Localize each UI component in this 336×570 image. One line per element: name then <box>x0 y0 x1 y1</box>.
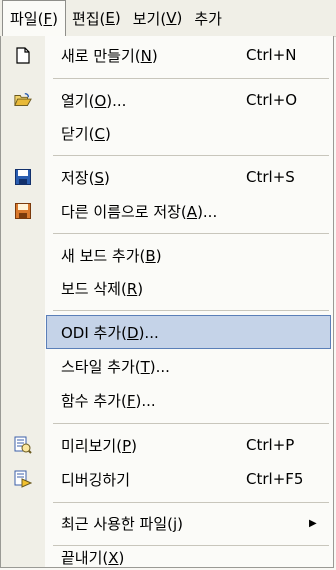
save-as-disk-icon <box>14 202 32 220</box>
menu-separator <box>53 502 329 503</box>
menu-item-add-odi[interactable]: ODI 추가(D)... <box>46 315 331 349</box>
open-folder-icon <box>14 91 32 109</box>
menu-item-recent-files[interactable]: 최근 사용한 파일(j) ▶ <box>1 506 333 540</box>
menu-bar: 파일(F) 편집(E) 보기(V) 추가 <box>0 0 336 37</box>
menu-item-new[interactable]: 새로 만들기(N) Ctrl+N <box>1 38 333 72</box>
menu-item-save-as[interactable]: 다른 이름으로 저장(A)... <box>1 194 333 228</box>
menu-add[interactable]: 추가 <box>188 0 228 36</box>
menu-item-exit[interactable]: 끝내기(X) <box>1 548 333 568</box>
menu-item-delete-board[interactable]: 보드 삭제(R) <box>1 271 333 305</box>
menu-item-close[interactable]: 닫기(C) <box>1 116 333 150</box>
menu-item-add-function[interactable]: 함수 추가(F)... <box>1 383 333 417</box>
menu-item-open[interactable]: 열기(O)... Ctrl+O <box>1 83 333 117</box>
menu-separator <box>53 78 329 79</box>
menu-item-debug[interactable]: 디버깅하기 Ctrl+F5 <box>1 462 333 496</box>
menu-separator <box>53 155 329 156</box>
menu-separator <box>53 310 329 311</box>
menu-item-preview[interactable]: 미리보기(P) Ctrl+P <box>1 428 333 462</box>
menu-item-save[interactable]: 저장(S) Ctrl+S <box>1 160 333 194</box>
debug-icon <box>14 470 32 488</box>
save-disk-icon <box>14 168 32 186</box>
new-document-icon <box>14 46 32 64</box>
menu-file[interactable]: 파일(F) <box>2 0 66 37</box>
menu-item-add-style[interactable]: 스타일 추가(T)... <box>1 349 333 383</box>
menu-view[interactable]: 보기(V) <box>127 0 189 36</box>
file-menu-dropdown: 새로 만들기(N) Ctrl+N 열기(O)... Ctrl+O 닫기(C) 저… <box>0 36 334 568</box>
menu-separator <box>53 423 329 424</box>
menu-separator <box>53 545 329 546</box>
menu-edit[interactable]: 편집(E) <box>66 0 127 36</box>
preview-icon <box>14 436 32 454</box>
menu-item-add-board[interactable]: 새 보드 추가(B) <box>1 238 333 272</box>
submenu-arrow-icon: ▶ <box>309 517 317 529</box>
menu-separator <box>53 233 329 234</box>
